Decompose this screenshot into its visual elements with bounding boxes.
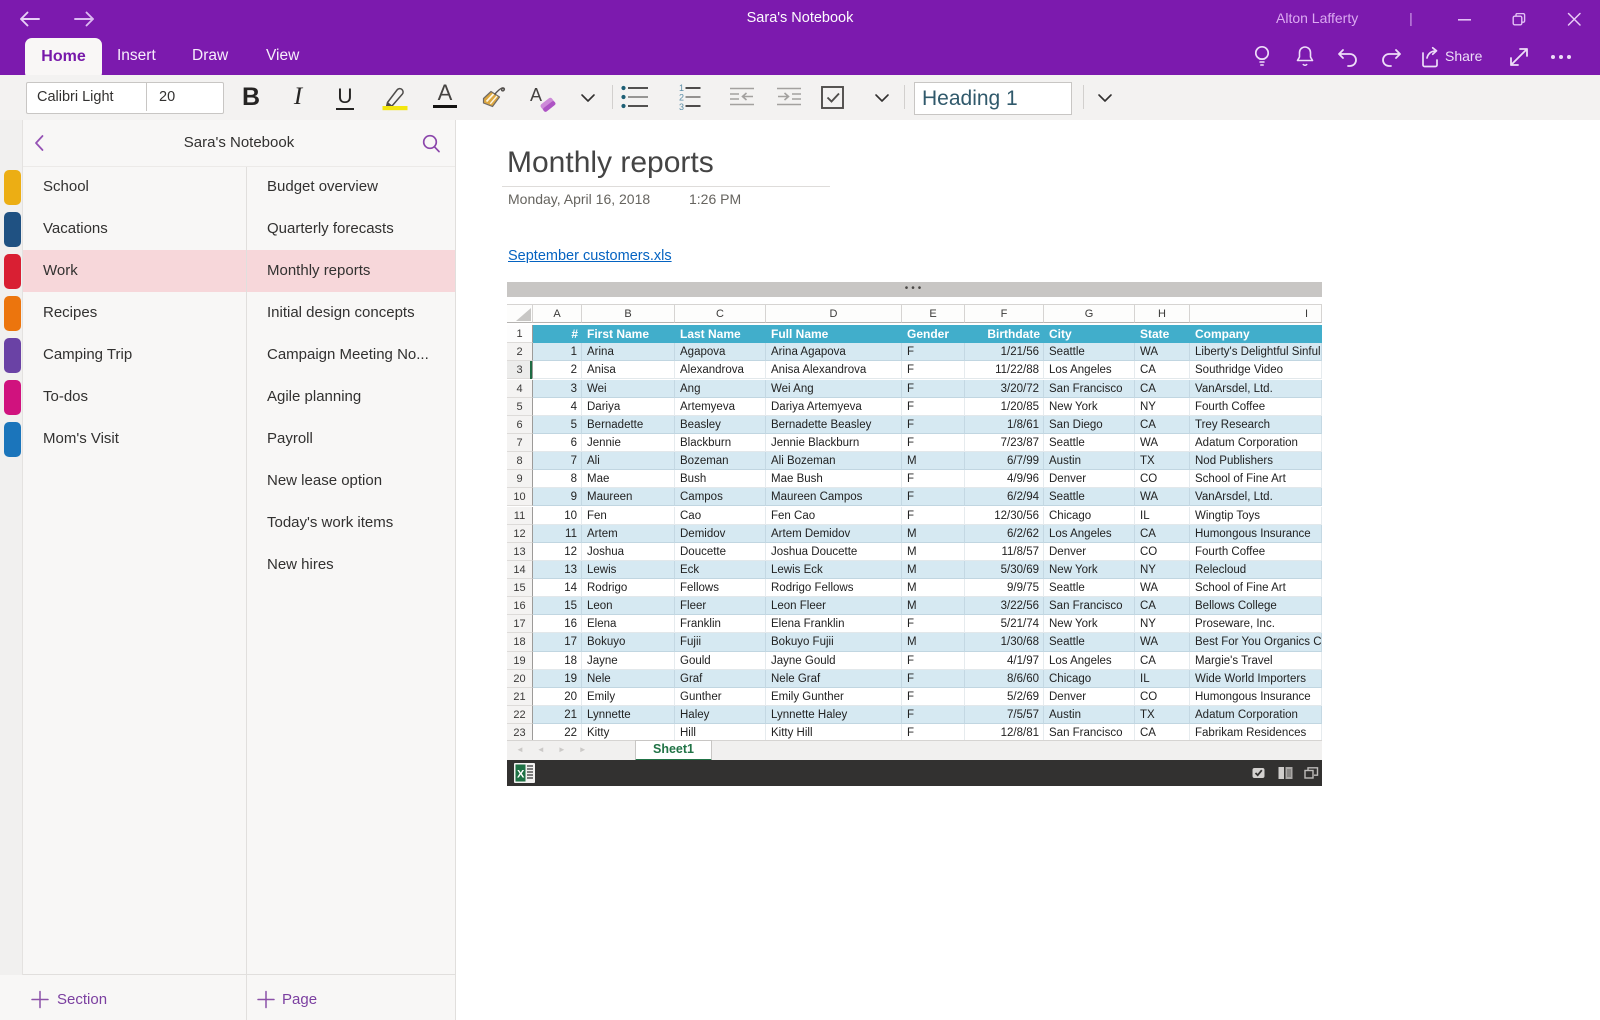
svg-text:3: 3	[679, 102, 684, 112]
svg-text:1: 1	[679, 83, 684, 93]
svg-text:X: X	[517, 769, 525, 781]
svg-text:2: 2	[679, 93, 684, 103]
